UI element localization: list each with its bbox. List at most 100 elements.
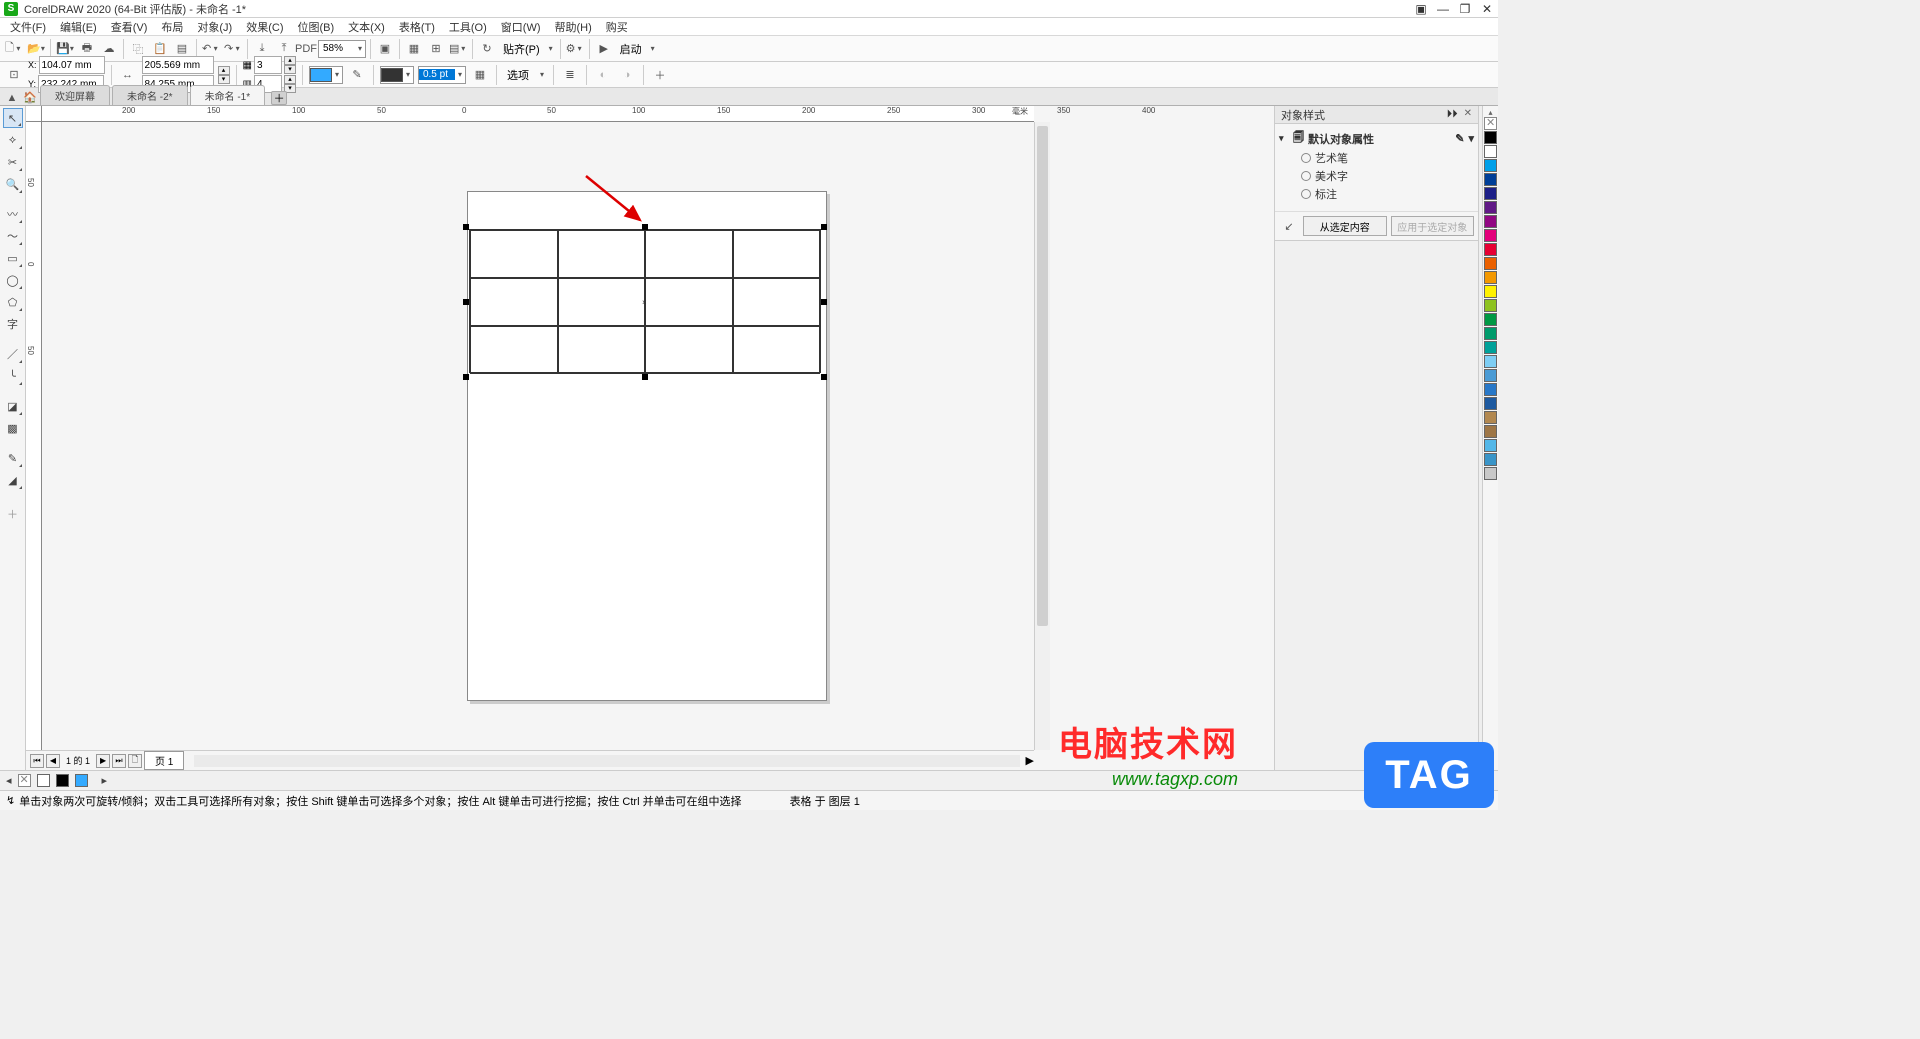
color-swatch[interactable] <box>1484 355 1497 368</box>
rows-input[interactable] <box>254 56 282 74</box>
pick-tool-quick-icon[interactable]: ▲ <box>4 91 20 105</box>
docker-header[interactable]: 对象样式 ⏵⏵ ✕ <box>1275 106 1478 124</box>
home-tab-icon[interactable]: 🏠 <box>20 89 40 105</box>
outline-color-picker[interactable]: ▾ <box>380 66 414 84</box>
page-tab-1[interactable]: 页 1 <box>144 751 184 770</box>
doc-palette-add-icon[interactable]: ▸ <box>102 774 108 787</box>
pdf-icon[interactable]: PDF <box>296 39 316 59</box>
color-swatch[interactable] <box>1484 159 1497 172</box>
tab-doc2[interactable]: 未命名 -2* <box>112 85 188 105</box>
scroll-right-icon[interactable]: ▶ <box>1026 754 1034 767</box>
tree-item-callout[interactable]: 标注 <box>1279 185 1474 203</box>
size-spinner[interactable]: ▴▾ <box>218 66 230 84</box>
zoom-combo[interactable]: 58% ▾ <box>318 40 366 58</box>
vertical-scrollbar[interactable] <box>1034 122 1050 750</box>
rectangle-tool-icon[interactable]: ▭ <box>3 248 23 268</box>
ruler-vertical[interactable]: 50 0 50 <box>26 122 42 750</box>
text-tool-icon[interactable]: 字 <box>3 314 23 334</box>
ruler-horizontal[interactable]: 200 150 100 50 0 50 100 150 200 250 300 … <box>42 106 1034 122</box>
color-swatch[interactable] <box>1484 229 1497 242</box>
doc-palette-left-icon[interactable]: ◂ <box>6 774 12 787</box>
color-swatch[interactable] <box>1484 439 1497 452</box>
last-page-icon[interactable]: ⏭ <box>112 754 126 768</box>
rows-spinner[interactable]: ▴▾ <box>284 56 296 74</box>
menu-view[interactable]: 查看(V) <box>105 18 154 36</box>
freehand-tool-icon[interactable]: 〰 <box>3 204 23 224</box>
color-swatch[interactable] <box>1484 271 1497 284</box>
zoom-tool-icon[interactable]: 🔍 <box>3 174 23 194</box>
behind-icon[interactable]: ◐ <box>593 65 613 85</box>
close-icon[interactable]: ✕ <box>1480 2 1494 16</box>
sel-handle-tl[interactable] <box>463 224 469 230</box>
crop-tool-icon[interactable]: ✂ <box>3 152 23 172</box>
menu-table[interactable]: 表格(T) <box>393 18 441 36</box>
color-swatch[interactable] <box>1484 327 1497 340</box>
color-swatch[interactable] <box>1484 285 1497 298</box>
toolbox-add-icon[interactable]: ＋ <box>3 504 23 524</box>
menu-layout[interactable]: 布局 <box>155 18 189 36</box>
menu-file[interactable]: 文件(F) <box>4 18 52 36</box>
doc-swatch[interactable] <box>56 774 69 787</box>
fill-color-picker[interactable]: ▾ <box>309 66 343 84</box>
edit-fill-icon[interactable]: ✎ <box>347 65 367 85</box>
fullscreen-icon[interactable]: ▣ <box>375 39 395 59</box>
outline-width-combo[interactable]: 0.5 pt ▾ <box>418 66 466 84</box>
minimize-icon[interactable]: — <box>1436 2 1450 16</box>
snap-obj-icon[interactable]: ▤▾ <box>448 39 468 59</box>
add-preset-icon[interactable]: ＋ <box>650 65 670 85</box>
color-swatch[interactable] <box>1484 411 1497 424</box>
horizontal-scrollbar[interactable] <box>194 755 1019 767</box>
x-input[interactable] <box>39 56 105 74</box>
ruler-origin[interactable] <box>26 106 42 122</box>
sel-handle-ml[interactable] <box>463 299 469 305</box>
tree-item-artistictext[interactable]: 美术字 <box>1279 167 1474 185</box>
maximize-icon[interactable]: ❐ <box>1458 2 1472 16</box>
color-swatch[interactable] <box>1484 453 1497 466</box>
menu-edit[interactable]: 编辑(E) <box>54 18 103 36</box>
color-swatch[interactable] <box>1484 173 1497 186</box>
docker-menu-icon[interactable]: ⏵⏵ <box>1447 108 1458 121</box>
sel-handle-mr[interactable] <box>821 299 827 305</box>
color-swatch[interactable] <box>1484 313 1497 326</box>
color-swatch[interactable] <box>1484 201 1497 214</box>
style-options-icon[interactable]: ▾ <box>1468 132 1474 145</box>
snap-grid-icon[interactable]: ▦ <box>404 39 424 59</box>
add-page-icon[interactable]: 🗋 <box>128 754 142 768</box>
new-icon[interactable]: 🗋▾ <box>4 39 24 59</box>
menu-bitmap[interactable]: 位图(B) <box>292 18 341 36</box>
window-options-icon[interactable]: ▣ <box>1414 2 1428 16</box>
polygon-tool-icon[interactable]: ⬠ <box>3 292 23 312</box>
first-page-icon[interactable]: ⏮ <box>30 754 44 768</box>
menu-buy[interactable]: 购买 <box>600 18 634 36</box>
color-swatch[interactable] <box>1484 467 1497 480</box>
color-swatch[interactable] <box>1484 215 1497 228</box>
color-swatch[interactable] <box>1484 425 1497 438</box>
color-swatch[interactable] <box>1484 187 1497 200</box>
color-swatch[interactable] <box>1484 257 1497 270</box>
tree-root[interactable]: ▾ 🗐 默认对象属性 ✎ ▾ <box>1279 128 1474 149</box>
menu-object[interactable]: 对象(J) <box>191 18 238 36</box>
transparency-tool-icon[interactable]: ▩ <box>3 418 23 438</box>
options-gear-icon[interactable]: ⚙▾ <box>565 39 585 59</box>
color-swatch[interactable] <box>1484 369 1497 382</box>
next-page-icon[interactable]: ▶ <box>96 754 110 768</box>
width-input[interactable] <box>142 56 214 74</box>
snap-label[interactable]: 贴齐(P) <box>499 41 544 57</box>
tab-doc1[interactable]: 未命名 -1* <box>190 85 266 105</box>
canvas[interactable]: × <box>42 122 1034 750</box>
color-swatch[interactable] <box>1484 299 1497 312</box>
border-icon[interactable]: ▦ <box>470 65 490 85</box>
from-selection-button[interactable]: 从选定内容 <box>1303 216 1387 236</box>
color-swatch[interactable] <box>1484 341 1497 354</box>
color-swatch[interactable] <box>1484 397 1497 410</box>
dropshadow-tool-icon[interactable]: ◪ <box>3 396 23 416</box>
launch-icon[interactable]: ▶ <box>594 39 614 59</box>
refresh-icon[interactable]: ↻ <box>477 39 497 59</box>
prev-page-icon[interactable]: ◀ <box>46 754 60 768</box>
doc-swatch[interactable] <box>75 774 88 787</box>
doc-no-color[interactable] <box>18 774 31 787</box>
dimension-tool-icon[interactable]: ／ <box>3 344 23 364</box>
menu-window[interactable]: 窗口(W) <box>495 18 547 36</box>
sel-handle-bm[interactable] <box>642 374 648 380</box>
pick-tool-icon[interactable]: ↖ <box>3 108 23 128</box>
